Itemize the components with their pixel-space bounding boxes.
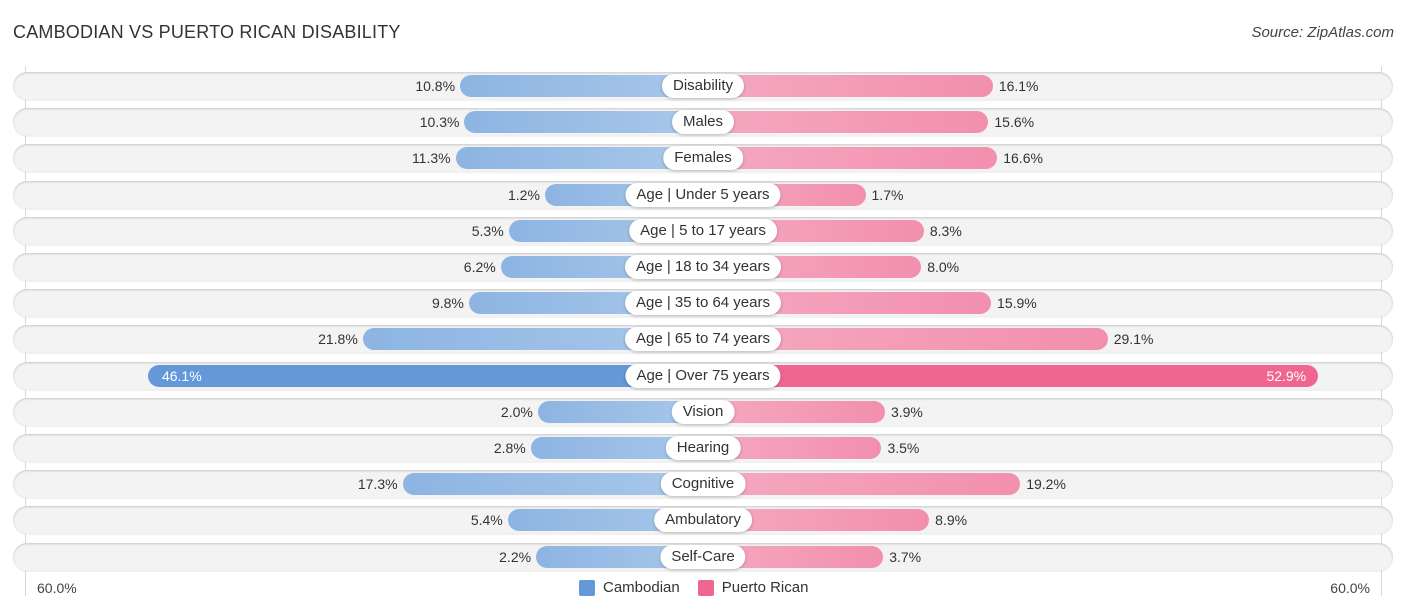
category-label: Age | 65 to 74 years bbox=[625, 327, 781, 352]
value-label-cambodian: 5.3% bbox=[471, 222, 504, 239]
value-label-puerto-rican: 19.2% bbox=[1026, 476, 1066, 493]
category-label: Age | Under 5 years bbox=[625, 182, 781, 207]
legend-swatch-puerto-rican bbox=[697, 579, 714, 596]
value-label-puerto-rican: 1.7% bbox=[871, 186, 904, 203]
value-label-cambodian: 6.2% bbox=[463, 259, 496, 275]
value-label-puerto-rican: 3.9% bbox=[890, 403, 923, 420]
category-label: Self-Care bbox=[660, 544, 746, 569]
value-label-cambodian: 9.8% bbox=[431, 295, 464, 312]
chart-title: CAMBODIAN VS PUERTO RICAN DISABILITY bbox=[13, 22, 401, 42]
legend: Cambodian Puerto Rican bbox=[579, 579, 826, 596]
bar-puerto-rican bbox=[703, 75, 993, 97]
category-label: Age | 18 to 34 years bbox=[625, 255, 781, 279]
source-label: Source: ZipAtlas.com bbox=[1251, 24, 1394, 41]
bar-puerto-rican bbox=[703, 147, 998, 170]
category-label: Age | 35 to 64 years bbox=[625, 291, 781, 316]
value-label-puerto-rican: 8.9% bbox=[935, 512, 968, 529]
bar-puerto-rican bbox=[703, 364, 1319, 387]
value-label-puerto-rican: 8.0% bbox=[927, 259, 960, 275]
category-label: Vision bbox=[671, 399, 735, 424]
category-label: Age | Over 75 years bbox=[625, 363, 781, 388]
category-label: Cognitive bbox=[660, 472, 746, 497]
axis-min-label: 60.0% bbox=[37, 580, 77, 596]
bar-cambodian bbox=[147, 364, 703, 387]
value-label-puerto-rican: 16.6% bbox=[1003, 150, 1043, 167]
legend-label-puerto-rican: Puerto Rican bbox=[721, 579, 809, 596]
legend-swatch-cambodian bbox=[579, 579, 595, 596]
value-label-cambodian: 1.2% bbox=[507, 186, 540, 203]
value-label-puerto-rican: 15.9% bbox=[997, 295, 1037, 312]
legend-label-cambodian: Cambodian bbox=[603, 579, 680, 596]
value-label-puerto-rican: 15.6% bbox=[994, 114, 1035, 131]
category-label: Hearing bbox=[665, 436, 741, 460]
bar-cambodian bbox=[464, 111, 703, 134]
bar-puerto-rican bbox=[703, 473, 1021, 496]
value-label-cambodian: 17.3% bbox=[357, 476, 398, 493]
value-label-cambodian: 2.0% bbox=[500, 403, 533, 420]
value-label-puerto-rican: 3.7% bbox=[889, 548, 922, 565]
axis-max-label: 60.0% bbox=[1330, 580, 1370, 596]
category-label: Males bbox=[671, 110, 735, 135]
legend-item-cambodian: Cambodian bbox=[579, 579, 680, 596]
value-label-cambodian: 10.3% bbox=[419, 114, 460, 131]
value-label-puerto-rican: 29.1% bbox=[1113, 331, 1154, 348]
value-label-cambodian: 11.3% bbox=[411, 150, 451, 167]
value-label-cambodian: 21.8% bbox=[318, 331, 358, 348]
value-label-puerto-rican: 16.1% bbox=[998, 78, 1039, 94]
value-label-cambodian: 2.8% bbox=[493, 440, 526, 456]
value-label-puerto-rican: 8.3% bbox=[929, 222, 962, 239]
bar-cambodian bbox=[402, 473, 703, 496]
value-label-puerto-rican: 52.9% bbox=[1266, 367, 1307, 384]
value-label-cambodian: 46.1% bbox=[161, 367, 202, 384]
value-label-puerto-rican: 3.5% bbox=[887, 440, 920, 456]
value-label-cambodian: 10.8% bbox=[415, 78, 456, 94]
category-label: Age | 5 to 17 years bbox=[629, 218, 777, 243]
bar-puerto-rican bbox=[703, 111, 989, 134]
value-label-cambodian: 5.4% bbox=[470, 512, 503, 529]
category-label: Ambulatory bbox=[654, 508, 752, 533]
legend-item-puerto-rican: Puerto Rican bbox=[697, 579, 809, 596]
category-label: Disability bbox=[661, 74, 745, 98]
value-label-cambodian: 2.2% bbox=[499, 548, 532, 565]
category-label: Females bbox=[663, 146, 743, 171]
